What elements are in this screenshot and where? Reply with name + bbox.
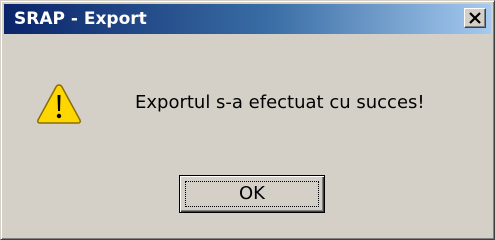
- ok-button-label: OK: [239, 183, 265, 204]
- warning-icon: [37, 84, 81, 124]
- close-button[interactable]: [464, 8, 486, 28]
- close-icon: [469, 12, 481, 24]
- title-bar[interactable]: SRAP - Export: [4, 4, 491, 34]
- dialog-message: Exportul s-a efectuat cu succes!: [135, 92, 425, 113]
- ok-button[interactable]: OK: [179, 175, 325, 213]
- window-title: SRAP - Export: [14, 9, 147, 29]
- export-dialog: SRAP - Export Exportul s-a efectuat cu s…: [0, 0, 495, 240]
